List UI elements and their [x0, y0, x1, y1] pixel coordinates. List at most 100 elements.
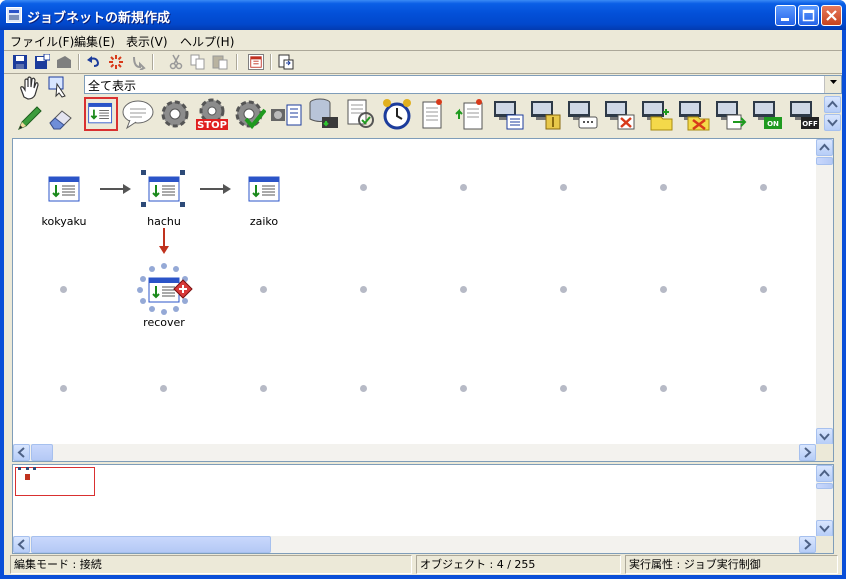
minimize-button[interactable] — [775, 5, 796, 26]
job-label-recover: recover — [143, 316, 185, 329]
database-icon[interactable] — [306, 97, 340, 131]
toolbar-separator — [152, 54, 154, 70]
gear-stop-icon[interactable]: STOP — [195, 97, 229, 131]
recovery-badge-icon — [173, 279, 193, 299]
palette-scrollbar[interactable] — [824, 96, 841, 132]
palette-scroll-down[interactable] — [824, 114, 841, 131]
canvas-scroll-left[interactable] — [13, 444, 30, 461]
connection-layer — [100, 184, 231, 254]
arrow-hachu-to-recover — [159, 228, 169, 254]
recovery-ring-dot — [173, 266, 179, 272]
canvas-horizontal-thumb[interactable] — [31, 444, 53, 461]
pencil-tool-icon[interactable] — [16, 105, 44, 131]
document-pin-icon[interactable] — [417, 97, 451, 131]
canvas-scroll-up[interactable] — [816, 139, 833, 156]
computer-cancel-icon[interactable] — [676, 97, 710, 131]
chevron-up-icon — [819, 469, 830, 477]
on-label: ON — [767, 120, 779, 128]
canvas-vertical-scrollbar[interactable] — [816, 139, 833, 445]
status-exec-attribute: 実行属性 : ジョブ実行制御 — [625, 555, 838, 574]
window-title: ジョブネットの新規作成 — [27, 11, 171, 26]
overview-scroll-up[interactable] — [816, 465, 833, 482]
zoom-tool-icon[interactable] — [46, 75, 74, 101]
job-icon[interactable] — [48, 176, 80, 202]
jobnet-canvas[interactable]: kokyaku hachu zaiko recover — [13, 139, 816, 445]
chevron-right-icon — [804, 447, 812, 458]
menu-edit[interactable]: 編集(E) — [74, 33, 115, 50]
overview-vertical-thumb[interactable] — [816, 483, 833, 489]
gear-icon[interactable] — [158, 97, 192, 131]
eraser-tool-icon[interactable] — [46, 105, 74, 131]
app-icon — [6, 7, 22, 23]
selection-handle[interactable] — [141, 170, 146, 175]
menu-file[interactable]: ファイル(F) — [10, 33, 74, 50]
undo-icon[interactable] — [86, 54, 102, 70]
maximize-button[interactable] — [798, 5, 819, 26]
scroll-corner — [816, 444, 833, 461]
job-label-zaiko: zaiko — [249, 215, 279, 228]
overview-horizontal-scrollbar[interactable] — [13, 536, 816, 553]
job-icon[interactable] — [248, 176, 280, 202]
arrow-hachu-to-zaiko — [200, 184, 231, 194]
overview-job-marker — [25, 474, 30, 480]
document-check-icon[interactable] — [343, 97, 377, 131]
toolbar-separator — [236, 54, 238, 70]
close-button[interactable] — [821, 5, 842, 26]
canvas-vertical-thumb[interactable] — [816, 157, 833, 165]
off-label: OFF — [802, 120, 818, 128]
save-as-icon[interactable] — [34, 54, 50, 70]
grid-icon[interactable] — [248, 54, 264, 70]
reload-icon[interactable] — [130, 54, 146, 70]
menu-view[interactable]: 表示(V) — [126, 33, 168, 50]
copy-icon[interactable] — [190, 54, 206, 70]
toolbar-separator — [78, 54, 80, 70]
menu-help[interactable]: ヘルプ(H) — [180, 33, 234, 50]
overview-scroll-down[interactable] — [816, 520, 833, 537]
selection-handle[interactable] — [180, 202, 185, 207]
overview-vertical-scrollbar[interactable] — [816, 465, 833, 537]
gear-check-icon[interactable] — [232, 97, 266, 131]
title-bar[interactable]: ジョブネットの新規作成 — [0, 0, 846, 30]
overview-scroll-right[interactable] — [799, 536, 816, 553]
filter-dropdown-button[interactable] — [824, 76, 841, 93]
overview-horizontal-thumb[interactable] — [31, 536, 271, 553]
screen-icon[interactable] — [278, 54, 294, 70]
canvas-scroll-down[interactable] — [816, 428, 833, 445]
redo-icon[interactable] — [108, 54, 124, 70]
cut-icon[interactable] — [168, 54, 184, 70]
recovery-ring-dot — [137, 287, 143, 293]
computer-list-icon[interactable] — [491, 97, 525, 131]
palette-scroll-up[interactable] — [824, 96, 841, 113]
overview-job-marker — [26, 467, 29, 470]
overview-job-marker — [33, 467, 36, 470]
computer-on-icon[interactable]: ON — [750, 97, 784, 131]
computer-message-icon[interactable] — [565, 97, 599, 131]
chevron-down-icon — [829, 80, 837, 84]
transfer-icon[interactable] — [269, 97, 303, 131]
overview-pane[interactable] — [12, 464, 834, 554]
canvas-horizontal-scrollbar[interactable] — [13, 444, 816, 461]
computer-lock-icon[interactable] — [528, 97, 562, 131]
selection-handle[interactable] — [180, 170, 185, 175]
selection-handle[interactable] — [141, 202, 146, 207]
job-icon[interactable] — [84, 97, 118, 131]
computer-folder-icon[interactable] — [639, 97, 673, 131]
document-send-icon[interactable] — [454, 97, 488, 131]
overview-scroll-left[interactable] — [13, 536, 30, 553]
computer-delete-icon[interactable] — [602, 97, 636, 131]
chevron-left-icon — [17, 539, 25, 550]
toolbar-separator-line — [4, 73, 842, 74]
overview-viewport[interactable] — [15, 467, 95, 496]
open-icon[interactable] — [56, 54, 72, 70]
alarm-clock-icon[interactable] — [380, 97, 414, 131]
computer-off-icon[interactable]: OFF — [787, 97, 821, 131]
hand-tool-icon[interactable] — [16, 75, 44, 101]
computer-export-icon[interactable] — [713, 97, 747, 131]
job-icon[interactable] — [148, 176, 180, 202]
comment-icon[interactable] — [121, 97, 155, 131]
save-icon[interactable] — [12, 54, 28, 70]
paste-icon[interactable] — [212, 54, 228, 70]
canvas-scroll-right[interactable] — [799, 444, 816, 461]
status-edit-mode: 編集モード : 接続 — [10, 555, 412, 574]
filter-combo[interactable]: 全て表示 — [84, 75, 842, 94]
